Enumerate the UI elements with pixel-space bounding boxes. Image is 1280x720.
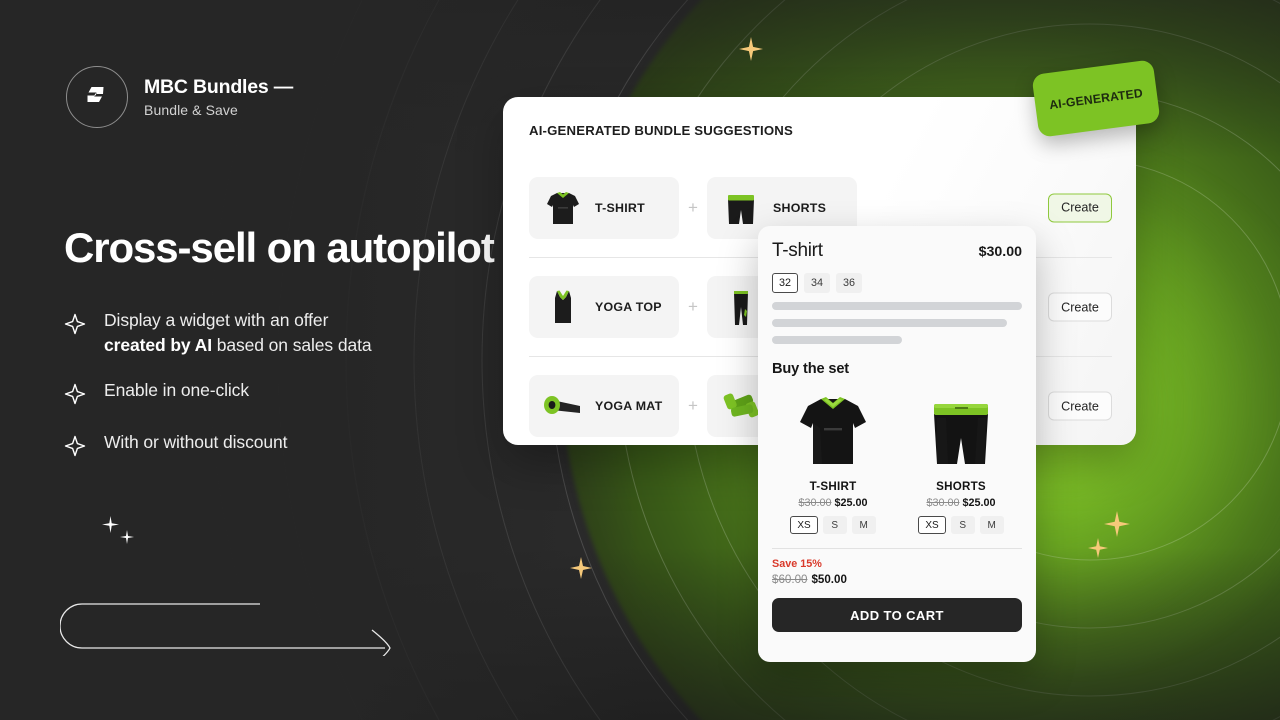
detail-card-header: T-shirt $30.00 — [772, 240, 1022, 262]
old-price: $30.00 — [926, 497, 960, 509]
brand-tagline: Bundle & Save — [144, 101, 238, 118]
size-option[interactable]: S — [822, 516, 847, 534]
bundle-set-grid: T-SHIRT $30.00 $25.00 XS S M SHORTS $30.… — [772, 387, 1022, 534]
create-bundle-button[interactable]: Create — [1048, 292, 1112, 322]
buy-the-set-heading: Buy the set — [772, 361, 850, 377]
feature-text-line2: based on sales data — [211, 334, 372, 355]
create-bundle-button[interactable]: Create — [1048, 391, 1112, 421]
list-item: Display a widget with an offer created by… — [64, 308, 484, 358]
product-title: T-shirt — [772, 240, 823, 261]
new-price: $25.00 — [962, 497, 996, 509]
list-item: With or without discount — [64, 430, 484, 462]
size-option[interactable]: M — [979, 516, 1004, 534]
total-price: $60.00 $50.00 — [772, 573, 1022, 586]
plus-icon: + — [688, 297, 698, 316]
bundle-product-left[interactable]: YOGA MAT — [529, 375, 679, 437]
set-item-name: T-SHIRT — [809, 480, 857, 493]
sparkle-icon — [64, 313, 86, 340]
size-option[interactable]: 32 — [772, 273, 799, 293]
plus-icon: + — [688, 197, 698, 217]
shorts-large-icon — [900, 387, 1022, 473]
size-option[interactable]: 34 — [804, 273, 831, 293]
sparkle-cross-icon — [102, 516, 119, 538]
feature-list: Display a widget with an offer created by… — [64, 308, 484, 482]
feature-text-line1: Display a widget with an offer — [104, 310, 329, 330]
brand-logo-block: MBC Bundles — Bundle & Save — [66, 66, 293, 128]
set-item-size-selector: XS S M — [772, 516, 894, 534]
feature-text: With or without discount — [104, 431, 288, 452]
logo-circle — [66, 66, 128, 128]
sparkle-star-icon — [738, 36, 764, 67]
promo-banner: MBC Bundles — Bundle & Save Cross-sell o… — [0, 0, 1280, 720]
mbc-e-mark-icon — [82, 80, 112, 115]
create-bundle-button[interactable]: Create — [1048, 193, 1112, 222]
size-option[interactable]: M — [851, 516, 876, 534]
list-item: SHORTS $30.00 $25.00 XS S M — [900, 387, 1022, 534]
list-item: Enable in one-click — [64, 378, 484, 410]
skeleton-line — [772, 336, 902, 344]
total-new-price: $50.00 — [811, 573, 847, 586]
status-badge-label: AI-GENERATED — [1048, 85, 1144, 112]
new-price: $25.00 — [834, 497, 868, 509]
feature-text: Enable in one-click — [104, 379, 249, 400]
product-detail-card: T-shirt $30.00 32 34 36 Buy the set T-SH… — [758, 226, 1036, 662]
set-item-price: $30.00 $25.00 — [772, 497, 894, 509]
u-turn-arrow-decoration — [59, 596, 400, 667]
skeleton-line — [772, 319, 1007, 327]
yoga-top-thumb-icon — [539, 282, 587, 332]
shorts-thumb-icon — [717, 183, 765, 233]
sparkle-icon — [64, 383, 86, 410]
feature-text-bold: created by AI — [104, 334, 212, 355]
feature-text: Display a widget with an offer created by… — [104, 308, 372, 358]
bundle-product-left-label: YOGA MAT — [595, 399, 663, 413]
bundle-product-left-label: YOGA TOP — [595, 300, 662, 314]
divider — [772, 548, 1022, 549]
size-option[interactable]: XS — [790, 516, 818, 534]
old-price: $30.00 — [798, 497, 832, 509]
skeleton-line — [772, 302, 1022, 310]
save-badge: Save 15% — [772, 558, 822, 570]
plus-icon: + — [688, 396, 698, 415]
product-price: $30.00 — [978, 244, 1022, 260]
set-item-name: SHORTS — [936, 480, 986, 493]
set-item-price: $30.00 $25.00 — [900, 497, 1022, 509]
bundle-product-left[interactable]: YOGA TOP — [529, 276, 679, 338]
tshirt-thumb-icon — [539, 183, 587, 233]
tshirt-large-icon — [772, 387, 894, 473]
yoga-mat-thumb-icon — [539, 381, 587, 431]
bundle-product-left-label: T-SHIRT — [595, 200, 645, 215]
bundle-product-left[interactable]: T-SHIRT — [529, 176, 679, 239]
add-to-cart-button[interactable]: ADD TO CART — [772, 598, 1022, 632]
total-old-price: $60.00 — [772, 573, 808, 586]
sparkle-star-icon — [569, 556, 593, 585]
set-item-size-selector: XS S M — [900, 516, 1022, 534]
page-title: Cross-sell on autopilot — [64, 224, 495, 271]
sparkle-star-icon — [1087, 537, 1109, 564]
panel-title: AI-GENERATED BUNDLE SUGGESTIONS — [529, 123, 793, 138]
size-option[interactable]: S — [950, 516, 975, 534]
size-option[interactable]: 36 — [836, 273, 863, 293]
brand-name: MBC Bundles — — [144, 76, 294, 99]
bundle-product-right-label: SHORTS — [773, 200, 827, 215]
sparkle-cross-icon — [120, 530, 134, 549]
list-item: T-SHIRT $30.00 $25.00 XS S M — [772, 387, 894, 534]
size-option[interactable]: XS — [918, 516, 946, 534]
sparkle-icon — [64, 435, 86, 462]
size-selector: 32 34 36 — [772, 273, 1022, 293]
